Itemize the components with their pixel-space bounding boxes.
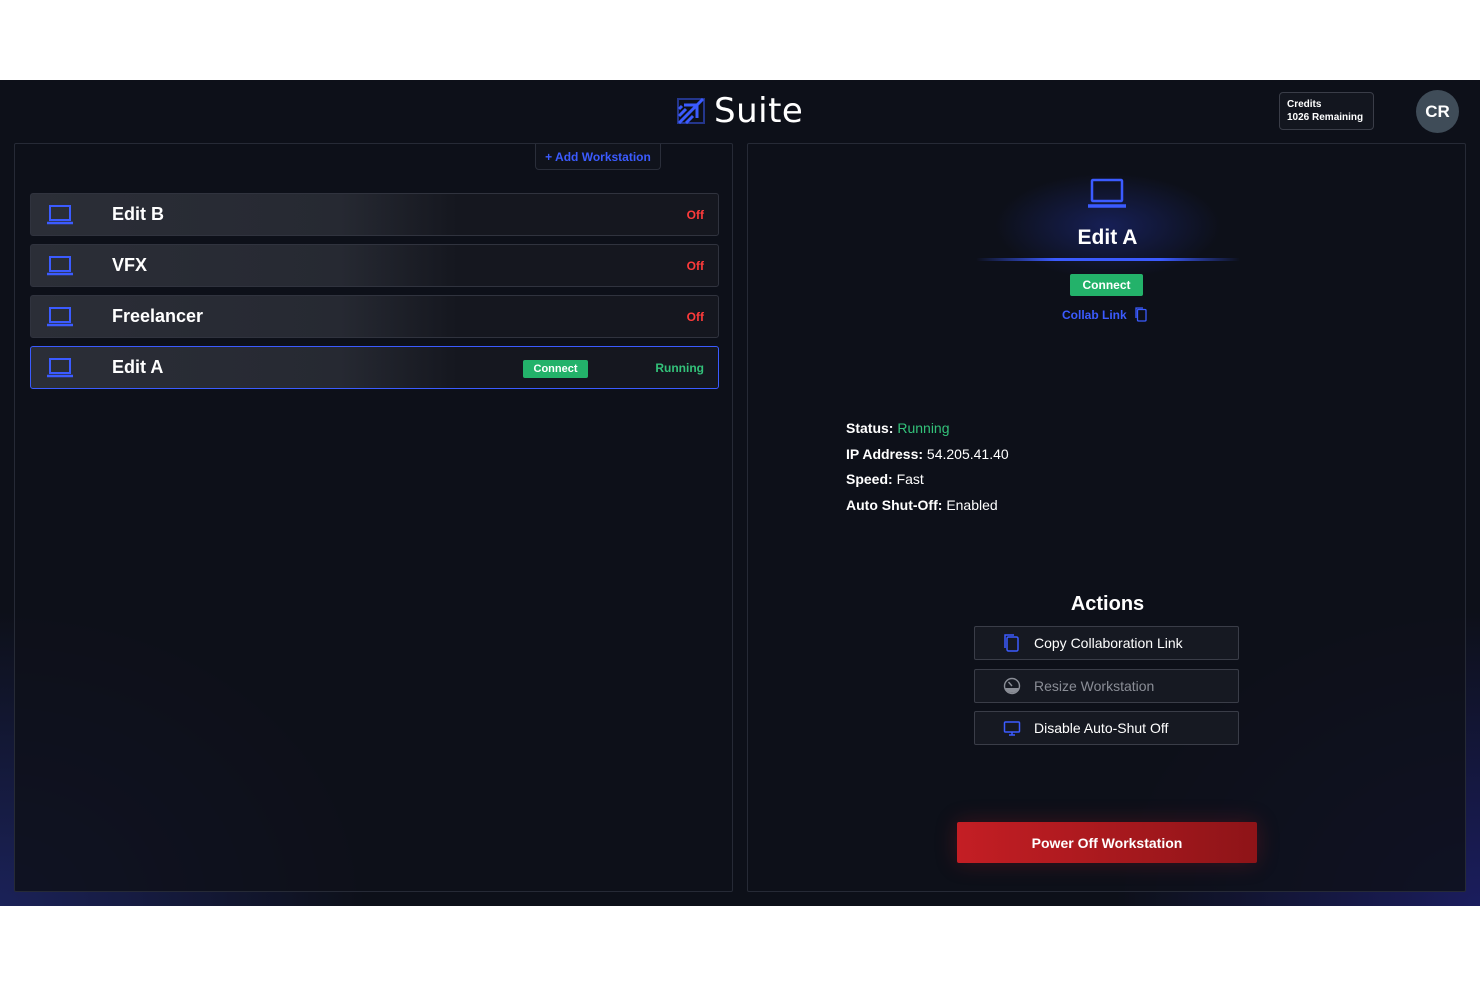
workstation-row-freelancer[interactable]: Freelancer Off [30, 295, 719, 338]
workstation-name: Freelancer [112, 306, 204, 326]
workstation-status: Off [686, 207, 704, 222]
monitor-icon [1003, 721, 1021, 736]
workstation-name: VFX [112, 255, 148, 275]
credits-remaining: 1026 Remaining [1287, 112, 1364, 123]
collab-link-label: Collab Link [1062, 307, 1127, 322]
workstation-info: Status: Running IP Address: 54.205.41.40… [846, 416, 1009, 518]
auto-shutoff-value: Enabled [946, 496, 998, 513]
workstation-list-panel: + Add Workstation Edit B Off VFX Off Fre… [14, 143, 733, 892]
logo-text: Suite [714, 91, 804, 131]
workstation-name: Edit B [112, 204, 164, 224]
actions-heading: Actions [1070, 593, 1145, 615]
credits-label: Credits [1287, 99, 1322, 110]
connect-button[interactable]: Connect [1070, 274, 1143, 296]
auto-shutoff-line: Auto Shut-Off: Enabled [846, 496, 998, 513]
laptop-icon [1088, 178, 1126, 208]
action-label: Resize Workstation [1034, 678, 1155, 694]
connect-button[interactable]: Connect [523, 360, 588, 378]
rocket-logo-icon [677, 97, 705, 125]
status-value: Running [897, 420, 950, 436]
logo: Suite [676, 91, 804, 131]
detail-title: Edit A [1077, 226, 1138, 249]
user-avatar[interactable]: CR [1416, 90, 1459, 133]
laptop-icon [47, 307, 73, 327]
copy-icon [1135, 307, 1147, 322]
title-glow [948, 154, 1268, 274]
app-window: Suite Credits 1026 Remaining CR + Add Wo… [0, 80, 1480, 906]
workstation-name: Edit A [112, 357, 164, 377]
speed-value: Fast [896, 471, 924, 487]
workstation-detail-panel: Edit A Connect Collab Link Status: Runni… [747, 143, 1466, 892]
ip-value: 54.205.41.40 [926, 445, 1009, 462]
copy-collaboration-link-button[interactable]: Copy Collaboration Link [974, 626, 1239, 660]
status-line: Status: Running [846, 420, 950, 436]
disable-auto-shut-off-button[interactable]: Disable Auto-Shut Off [974, 711, 1239, 745]
laptop-icon [47, 358, 73, 378]
action-label: Disable Auto-Shut Off [1034, 720, 1169, 736]
workstation-row-edit-a[interactable]: Edit A Connect Running [30, 346, 719, 389]
power-off-button[interactable]: Power Off Workstation [957, 822, 1257, 863]
gauge-icon [1003, 677, 1021, 695]
add-workstation-button[interactable]: + Add Workstation [535, 144, 661, 170]
collab-link[interactable]: Collab Link [1062, 307, 1147, 322]
action-label: Copy Collaboration Link [1034, 635, 1183, 651]
workstation-row-edit-b[interactable]: Edit B Off [30, 193, 719, 236]
workstation-row-vfx[interactable]: VFX Off [30, 244, 719, 287]
credits-badge: Credits 1026 Remaining [1279, 92, 1374, 130]
ip-line: IP Address: 54.205.41.40 [846, 445, 1009, 462]
workstation-status: Off [686, 309, 704, 324]
workstation-status: Running [655, 360, 704, 375]
copy-icon [1004, 634, 1019, 652]
resize-workstation-button[interactable]: Resize Workstation [974, 669, 1239, 703]
title-underline [976, 258, 1240, 261]
speed-line: Speed: Fast [846, 471, 924, 487]
laptop-icon [47, 205, 73, 225]
laptop-icon [47, 256, 73, 276]
workstation-status: Off [686, 258, 704, 273]
